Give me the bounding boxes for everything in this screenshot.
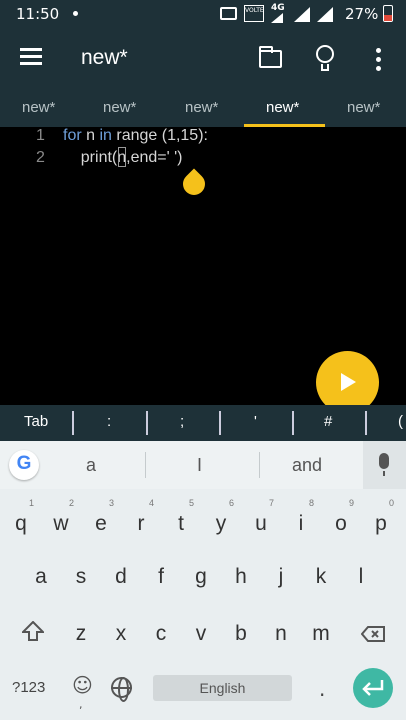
key-f[interactable]: f xyxy=(142,551,180,599)
backspace-icon[interactable] xyxy=(361,626,385,642)
signal-strength-2-icon xyxy=(317,7,333,22)
divider xyxy=(219,411,221,435)
key-h[interactable]: h xyxy=(222,551,260,599)
enter-button[interactable] xyxy=(353,668,393,708)
symbol-quote[interactable]: ' xyxy=(254,413,257,430)
folder-icon[interactable] xyxy=(259,46,282,68)
space-bar[interactable]: English xyxy=(153,675,292,701)
line-number: 2 xyxy=(36,149,45,166)
shift-icon[interactable] xyxy=(22,621,44,641)
code-line-1[interactable]: for n in range (1,15): xyxy=(63,127,208,145)
key-j[interactable]: j xyxy=(262,551,300,599)
status-time: 11:50 xyxy=(16,5,60,23)
keyword: for xyxy=(63,127,82,144)
app-bar: new* xyxy=(0,28,406,90)
signal-icon xyxy=(271,13,283,23)
key-k[interactable]: k xyxy=(302,551,340,599)
notification-dot-icon xyxy=(73,11,78,16)
key-y[interactable]: 6y xyxy=(202,498,240,546)
file-tabs: new* new* new* new* new* xyxy=(0,90,406,127)
symbol-paren[interactable]: ( xyxy=(398,413,403,430)
suggestion-strip: G a I and xyxy=(0,441,406,489)
key-v[interactable]: v xyxy=(182,608,220,656)
key-d[interactable]: d xyxy=(102,551,140,599)
enter-arrow-icon xyxy=(362,680,384,696)
symbol-bar: Tab : ; ' # ( xyxy=(0,405,406,441)
key-c[interactable]: c xyxy=(142,608,180,656)
globe-icon[interactable] xyxy=(111,677,132,702)
tab-4-active[interactable]: new* xyxy=(266,99,299,116)
key-s[interactable]: s xyxy=(62,551,100,599)
tab-2[interactable]: new* xyxy=(103,99,136,116)
mic-icon xyxy=(379,453,389,476)
suggestion-2[interactable]: I xyxy=(197,455,202,476)
status-bar: 11:50 VOLTE 4G 27% xyxy=(0,0,406,28)
line-number: 1 xyxy=(36,127,45,144)
divider xyxy=(146,411,148,435)
symbol-tab[interactable]: Tab xyxy=(24,413,48,430)
symbol-semicolon[interactable]: ; xyxy=(180,413,184,430)
divider xyxy=(365,411,367,435)
lightbulb-icon[interactable] xyxy=(316,45,334,73)
divider xyxy=(259,452,260,478)
key-w[interactable]: 2w xyxy=(42,498,80,546)
volte-badge: VOLTE xyxy=(244,5,264,22)
signal-strength-icon xyxy=(294,7,310,22)
symbol-hash[interactable]: # xyxy=(324,413,332,430)
comma-key[interactable]: , xyxy=(79,698,83,711)
emoji-icon[interactable]: ☺ xyxy=(72,673,93,697)
network-type: 4G xyxy=(271,3,285,13)
tab-3[interactable]: new* xyxy=(185,99,218,116)
key-t[interactable]: 5t xyxy=(162,498,200,546)
battery-icon xyxy=(383,5,393,22)
cast-icon xyxy=(220,7,237,20)
tab-1[interactable]: new* xyxy=(22,99,55,116)
symbol-colon[interactable]: : xyxy=(107,413,111,430)
key-o[interactable]: 9o xyxy=(322,498,360,546)
key-n[interactable]: n xyxy=(262,608,300,656)
tab-5[interactable]: new* xyxy=(347,99,380,116)
key-u[interactable]: 7u xyxy=(242,498,280,546)
numbers-key[interactable]: ?123 xyxy=(12,679,45,696)
key-p[interactable]: 0p xyxy=(362,498,400,546)
suggestion-3[interactable]: and xyxy=(292,455,322,476)
battery-percent: 27% xyxy=(345,5,379,23)
more-vert-icon[interactable] xyxy=(376,48,382,71)
bracket-match-highlight xyxy=(118,147,126,167)
key-b[interactable]: b xyxy=(222,608,260,656)
key-l[interactable]: l xyxy=(342,551,380,599)
code-text: n xyxy=(81,127,100,144)
key-z[interactable]: z xyxy=(62,608,100,656)
key-x[interactable]: x xyxy=(102,608,140,656)
period-key[interactable]: . xyxy=(319,677,325,701)
keyword: in xyxy=(99,127,112,144)
play-icon xyxy=(341,373,356,391)
code-text: range (1,15): xyxy=(111,127,208,144)
key-e[interactable]: 3e xyxy=(82,498,120,546)
page-title: new* xyxy=(81,46,128,69)
voice-input-button[interactable] xyxy=(363,441,406,489)
divider xyxy=(72,411,74,435)
menu-icon[interactable] xyxy=(20,48,42,66)
suggestion-1[interactable]: a xyxy=(86,455,96,476)
key-a[interactable]: a xyxy=(22,551,60,599)
key-g[interactable]: g xyxy=(182,551,220,599)
divider xyxy=(145,452,146,478)
text-cursor-handle[interactable] xyxy=(178,168,210,200)
key-m[interactable]: m xyxy=(302,608,340,656)
key-i[interactable]: 8i xyxy=(282,498,320,546)
key-q[interactable]: 1q xyxy=(2,498,40,546)
divider xyxy=(292,411,294,435)
google-icon[interactable]: G xyxy=(9,450,39,480)
key-r[interactable]: 4r xyxy=(122,498,160,546)
